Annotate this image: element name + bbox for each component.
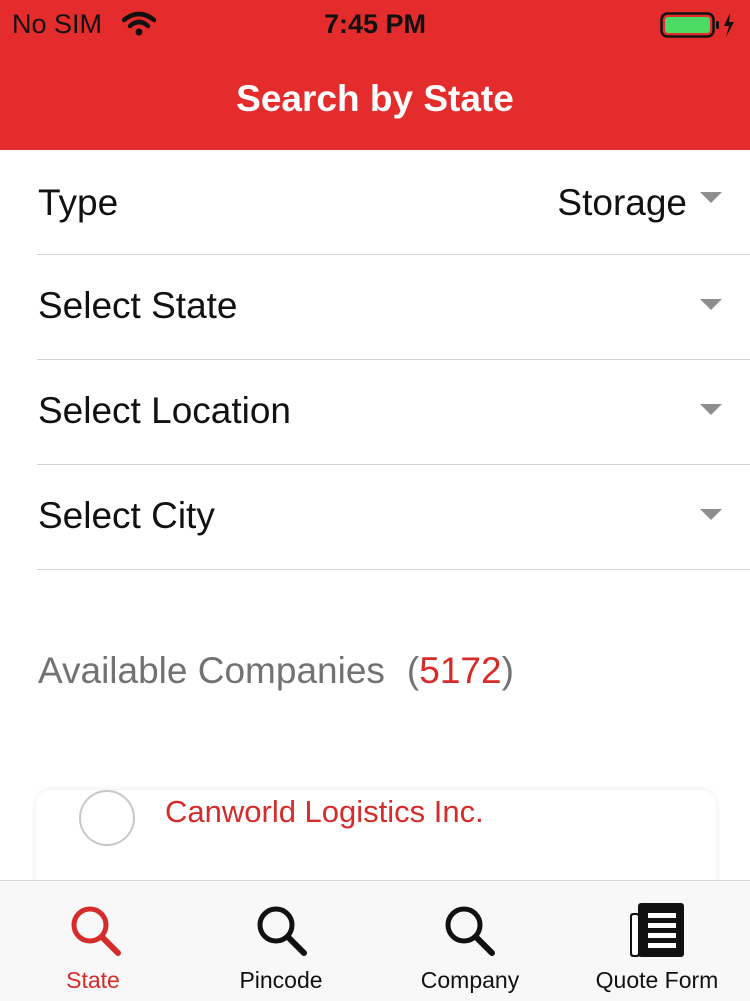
tab-bar: State Pincode Company Quote Form [0,880,750,1001]
page-title: Search by State [236,78,514,119]
tab-state[interactable]: State [0,881,186,1001]
tab-quote-form[interactable]: Quote Form [564,881,750,1001]
type-label: Type [38,182,119,223]
company-radio-button[interactable] [79,790,135,846]
navigation-header: No SIM 7:45 PM Search by State [0,0,750,150]
type-value: Storage [557,182,687,223]
tab-pincode[interactable]: Pincode [186,881,376,1001]
tab-pincode-label: Pincode [239,967,323,993]
dropdown-arrow-icon [700,509,722,520]
search-icon [71,906,121,956]
city-select[interactable]: Select City [37,465,750,570]
search-icon [445,906,495,956]
available-companies-heading: Available Companies (5172) [38,650,514,692]
status-bar: No SIM 7:45 PM [0,0,750,48]
search-icon [257,906,307,956]
dropdown-arrow-icon [700,192,722,203]
dropdown-arrow-icon [700,299,722,310]
tab-company[interactable]: Company [376,881,564,1001]
type-select[interactable]: Type Storage [37,150,750,255]
document-icon [630,903,684,957]
companies-heading-label: Available Companies [38,650,385,691]
tab-quote-form-label: Quote Form [595,967,719,993]
tab-state-label: State [66,967,120,993]
dropdown-arrow-icon [700,404,722,415]
state-select[interactable]: Select State [37,255,750,360]
city-label: Select City [38,495,215,536]
location-select[interactable]: Select Location [37,360,750,465]
count-close-paren: ) [501,650,514,691]
location-label: Select Location [38,390,292,431]
state-label: Select State [38,285,238,326]
status-time: 7:45 PM [323,9,427,39]
count-open-paren: ( [406,650,420,691]
battery-icon [660,12,734,38]
company-name: Canworld Logistics Inc. [165,794,484,829]
companies-count: 5172 [419,650,502,691]
tab-company-label: Company [420,967,520,993]
